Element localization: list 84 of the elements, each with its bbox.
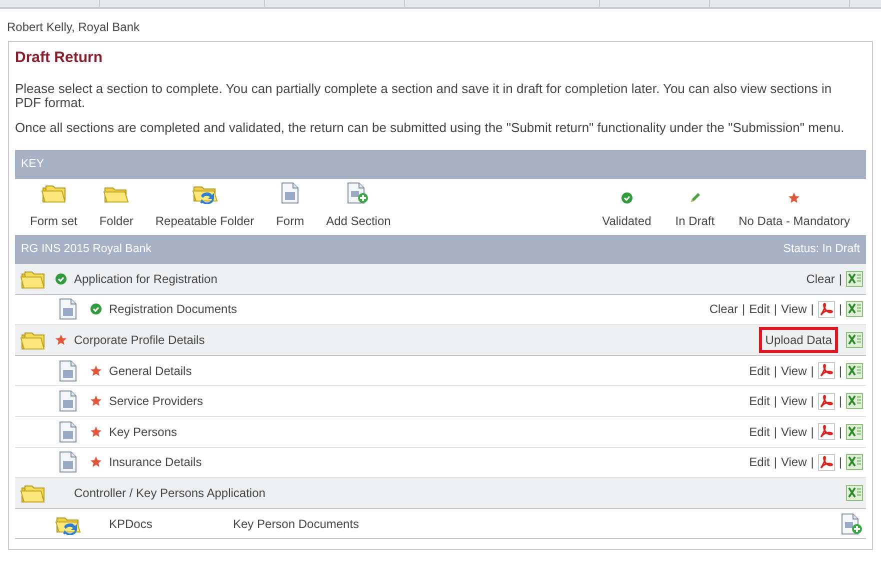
star-icon [788,192,800,204]
action-link[interactable]: Edit [749,392,770,410]
section-name: Registration Documents [109,301,238,318]
section-row[interactable]: Registration Documents Clear | Edit | View | | [15,294,866,326]
pdf-icon[interactable] [818,423,835,440]
document-icon [59,390,77,412]
instruction-text: Please select a section to complete. You can partially complete a section and save it in draft for completion later. You can also view sections in PDF format. [15,82,833,110]
key-label: Form [276,213,304,230]
document-icon [59,298,77,320]
user-name: Robert Kelly, Royal Bank [6,19,141,36]
section-name: Controller / Key Persons Application [74,484,266,502]
separator-text: | [810,454,814,472]
action-link[interactable]: Edit [749,300,770,318]
document-icon [281,182,300,204]
section-name: Corporate Profile Details [74,332,205,349]
action-link[interactable]: Clear [709,300,738,318]
section-name: Service Providers [109,393,204,410]
separator-text: | [838,362,842,380]
group-row[interactable]: Controller / Key Persons Application [15,478,866,509]
instruction-text: Once all sections are completed and validated, the return can be submitted using the "Submit return" functionality under the "Submission" menu. [15,121,846,135]
separator-text: | [774,362,777,380]
separator-text: | [774,393,777,410]
pdf-icon[interactable] [818,454,835,471]
group-row[interactable]: Application for Registration Clear | [15,264,866,295]
key-label: Add Section [326,213,391,230]
spreadsheet-icon[interactable] [846,362,863,379]
action-link[interactable]: View [780,300,807,318]
section-name: KPDocs [109,516,154,533]
check-circle-icon [620,192,633,204]
key-label: Repeatable Folder [155,213,254,230]
pdf-icon[interactable] [818,392,835,410]
action-link[interactable]: Edit [749,422,770,441]
separator-text: | [810,301,814,318]
action-link[interactable]: View [780,422,807,441]
action-link[interactable]: Edit [749,453,770,472]
document-plus-icon [347,182,370,204]
spreadsheet-icon[interactable] [846,484,863,501]
separator-text: | [838,301,842,318]
document-icon [59,420,77,443]
action-link[interactable]: View [780,453,807,472]
section-name: Insurance Details [109,454,202,472]
separator-text: | [810,362,814,380]
section-name: General Details [109,362,192,380]
separator-text: | [838,393,842,410]
separator-text: | [774,424,777,441]
separator-text: | [838,454,842,472]
separator-text: | [774,454,777,472]
key-header: KEY [15,150,866,179]
document-plus-icon[interactable] [841,512,863,535]
spreadsheet-icon[interactable] [846,270,863,287]
separator-text: | [838,270,842,288]
separator-text: | [838,424,842,441]
return-status: Status: In Draft [783,242,860,257]
pdf-icon[interactable] [818,362,835,380]
section-name: Key Persons [109,424,178,441]
separator-text: | [774,301,777,318]
spreadsheet-icon[interactable] [846,393,863,410]
separator-text: | [810,393,814,410]
action-link[interactable]: Edit [749,362,770,380]
return-title: RG INS 2015 Royal Bank [21,242,152,257]
upload-data-link[interactable]: Upload Data [759,326,838,353]
spreadsheet-icon[interactable] [846,301,863,318]
key-label: Validated [602,213,652,230]
spreadsheet-icon[interactable] [846,454,863,470]
separator-text: | [742,301,746,318]
key-label: Form set [30,213,78,230]
key-label: Folder [99,213,134,230]
separator-text: | [810,424,814,441]
action-link[interactable]: Clear [806,270,835,288]
panel-title: Draft Return [15,48,104,68]
section-description: Key Person Documents [233,516,360,533]
section-name: Application for Registration [74,270,218,288]
action-link[interactable]: View [780,392,807,410]
key-label: In Draft [675,213,715,230]
action-link[interactable]: View [780,362,807,380]
document-icon [59,360,77,382]
pdf-icon[interactable] [818,300,835,318]
group-row[interactable]: Corporate Profile Details Upload Data [15,325,866,356]
section-row[interactable]: Insurance Details Edit | View | | [15,448,866,478]
spreadsheet-icon[interactable] [846,424,863,440]
document-icon [59,451,77,474]
key-label: No Data - Mandatory [738,213,850,230]
pencil-icon [688,192,701,204]
spreadsheet-icon[interactable] [846,332,863,348]
